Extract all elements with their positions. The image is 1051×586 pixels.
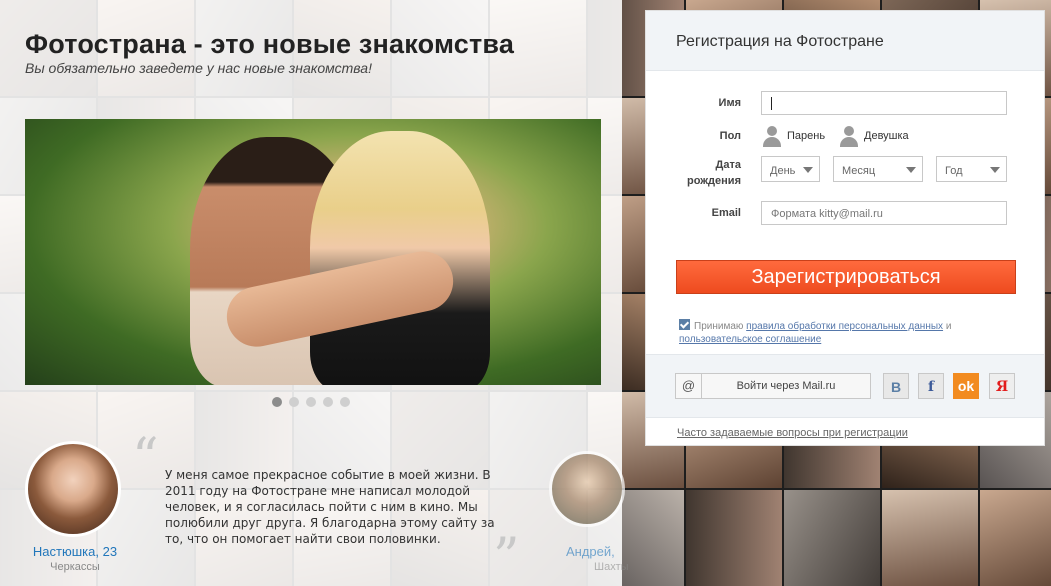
gender-option-male[interactable]: Парень bbox=[761, 125, 825, 147]
testimonial-author-name[interactable]: Настюшка, 23 bbox=[25, 544, 125, 559]
facebook-login-icon[interactable]: f bbox=[918, 373, 944, 399]
email-label: Email bbox=[711, 207, 741, 219]
gender-label: Пол bbox=[719, 130, 741, 142]
day-select[interactable]: День bbox=[761, 156, 820, 182]
name-label: Имя bbox=[718, 97, 741, 109]
text-cursor bbox=[771, 97, 772, 110]
register-button[interactable]: Зарегистрироваться bbox=[676, 260, 1016, 294]
mailru-login-button[interactable]: @ Войти через Mail.ru bbox=[675, 373, 871, 399]
promo-panel: Фотострана - это новые знакомства Вы обя… bbox=[0, 0, 629, 586]
name-input[interactable] bbox=[761, 91, 1007, 115]
registration-faq-link[interactable]: Часто задаваемые вопросы при регистрации bbox=[677, 427, 908, 439]
registration-panel: Регистрация на Фотостране Имя Пол Парень… bbox=[645, 10, 1045, 446]
yandex-login-icon[interactable]: Я bbox=[989, 373, 1015, 399]
email-field[interactable]: Формата kitty@mail.ru bbox=[761, 201, 1007, 225]
birthdate-label-line-2: рождения bbox=[686, 175, 741, 187]
slider-dot[interactable] bbox=[272, 397, 282, 407]
slider-pagination bbox=[272, 397, 350, 407]
email-placeholder: Формата kitty@mail.ru bbox=[771, 208, 883, 220]
couple-photo-slider[interactable] bbox=[25, 119, 601, 385]
mailru-at-icon: @ bbox=[676, 374, 702, 398]
vk-login-icon[interactable]: В bbox=[883, 373, 909, 399]
open-quote-icon: “ bbox=[132, 428, 159, 488]
birthdate-label-line-1: Дата bbox=[715, 159, 741, 171]
close-quote-icon: ” bbox=[493, 528, 520, 586]
agree-prefix: Принимаю bbox=[694, 321, 744, 332]
next-testimonial-city: Шахты bbox=[594, 561, 629, 573]
registration-title: Регистрация на Фотостране bbox=[676, 33, 884, 50]
month-select-value: Месяц bbox=[842, 165, 876, 177]
slider-dot[interactable] bbox=[289, 397, 299, 407]
gender-option-female[interactable]: Девушка bbox=[838, 125, 909, 147]
user-agreement-link[interactable]: пользовательское соглашение bbox=[679, 334, 821, 345]
chevron-down-icon bbox=[906, 167, 916, 173]
year-select[interactable]: Год bbox=[936, 156, 1007, 182]
page-subtitle: Вы обязательно заведете у нас новые знак… bbox=[25, 60, 372, 76]
mosaic-photo bbox=[882, 490, 978, 586]
next-testimonial-name[interactable]: Андрей, bbox=[566, 544, 615, 559]
testimonial-author-city: Черкассы bbox=[50, 561, 100, 573]
odnoklassniki-login-icon[interactable]: ok bbox=[953, 373, 979, 399]
day-select-value: День bbox=[770, 165, 796, 177]
female-user-icon bbox=[838, 125, 860, 147]
mosaic-photo bbox=[980, 490, 1051, 586]
male-user-icon bbox=[761, 125, 783, 147]
chevron-down-icon bbox=[990, 167, 1000, 173]
slider-dot[interactable] bbox=[340, 397, 350, 407]
gender-female-label: Девушка bbox=[864, 130, 909, 142]
testimonial-text: У меня самое прекрасное событие в моей ж… bbox=[165, 468, 495, 546]
gender-male-label: Парень bbox=[787, 130, 826, 142]
mosaic-photo bbox=[784, 490, 880, 586]
agree-and: и bbox=[945, 321, 952, 332]
year-select-value: Год bbox=[945, 165, 963, 177]
month-select[interactable]: Месяц bbox=[833, 156, 923, 182]
terms-checkbox[interactable] bbox=[679, 319, 690, 330]
mosaic-photo bbox=[686, 490, 782, 586]
testimonial-author-avatar[interactable] bbox=[25, 441, 121, 537]
slider-dot[interactable] bbox=[306, 397, 316, 407]
next-testimonial-avatar[interactable] bbox=[549, 451, 625, 527]
terms-agreement: Принимаю правила обработки персональных … bbox=[679, 319, 1009, 346]
privacy-rules-link[interactable]: правила обработки персональных данных bbox=[746, 321, 943, 332]
chevron-down-icon bbox=[803, 167, 813, 173]
slider-dot[interactable] bbox=[323, 397, 333, 407]
birthdate-label: Дата рождения bbox=[686, 157, 741, 189]
social-login-bar: @ Войти через Mail.ru В f ok Я bbox=[646, 354, 1044, 418]
page-title: Фотострана - это новые знакомства bbox=[25, 29, 515, 59]
registration-header: Регистрация на Фотостране bbox=[646, 11, 1044, 71]
mailru-login-label: Войти через Mail.ru bbox=[736, 380, 836, 392]
